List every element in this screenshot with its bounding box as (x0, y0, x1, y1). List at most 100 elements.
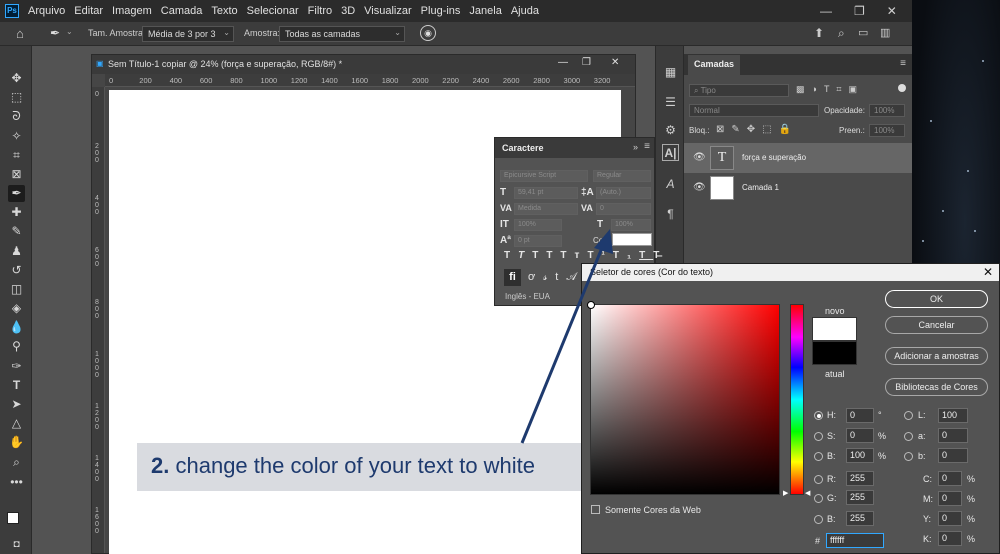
menu-plugins[interactable]: Plug-ins (421, 5, 461, 17)
menu-janela[interactable]: Janela (469, 5, 501, 17)
blur-tool-icon[interactable]: 💧 (8, 319, 25, 336)
lab-b-radio[interactable] (904, 452, 913, 461)
move-tool-icon[interactable]: ✥ (8, 70, 25, 87)
menu-selecionar[interactable]: Selecionar (247, 5, 299, 17)
magenta-input[interactable]: 0 (938, 491, 962, 506)
glyphs-panel-icon[interactable]: A (662, 176, 679, 193)
filter-toggle-icon[interactable] (898, 84, 906, 92)
eyedropper-tool-icon[interactable]: ✒ (50, 26, 60, 40)
type-tool-icon[interactable]: T (8, 377, 25, 394)
leading-input[interactable]: (Auto.) (596, 187, 651, 199)
path-selection-tool-icon[interactable]: ➤ (8, 396, 25, 413)
menu-ajuda[interactable]: Ajuda (511, 5, 539, 17)
b-radio[interactable] (814, 452, 823, 461)
more-tools-icon[interactable]: ••• (8, 474, 25, 491)
opentype-buttons[interactable]: ơ𝓈t𝒜 (528, 271, 585, 284)
layer-filter-select[interactable]: ⌕ Tipo (689, 84, 789, 97)
baseline-shift-input[interactable]: 0 pt (514, 235, 562, 247)
hand-tool-icon[interactable]: ✋ (8, 434, 25, 451)
history-brush-tool-icon[interactable]: ↺ (8, 262, 25, 279)
blue-radio[interactable] (814, 515, 823, 524)
sample-select[interactable]: Todas as camadas ⌄ (279, 26, 405, 42)
eraser-tool-icon[interactable]: ◫ (8, 281, 25, 298)
yellow-input[interactable]: 0 (938, 511, 962, 526)
character-panel-icon[interactable]: A| (662, 144, 679, 161)
kerning-select[interactable]: Medida (514, 203, 578, 215)
doc-close-button[interactable]: ✕ (611, 57, 619, 68)
lab-a-input[interactable]: 0 (938, 428, 968, 443)
menu-camada[interactable]: Camada (161, 5, 203, 17)
zoom-tool-icon[interactable]: ⌕ (8, 454, 25, 471)
share-icon[interactable]: ⬆ (814, 26, 824, 40)
horizontal-scale-input[interactable]: 100% (611, 219, 651, 231)
font-family-select[interactable]: Epicursive Script (500, 170, 588, 182)
brightness-input[interactable]: 100 (846, 448, 874, 463)
saturation-brightness-field[interactable] (587, 301, 780, 495)
quick-mask-icon[interactable]: ◘ (8, 536, 25, 553)
workspace-icon[interactable]: ▭ (858, 26, 868, 39)
menu-editar[interactable]: Editar (74, 5, 103, 17)
sample-size-select[interactable]: Média de 3 por 3 ⌄ (142, 26, 234, 42)
add-to-swatches-button[interactable]: Adicionar a amostras (885, 347, 988, 365)
dodge-tool-icon[interactable]: ⚲ (8, 338, 25, 355)
layer-row[interactable]: 👁 Camada 1 (684, 173, 912, 203)
text-color-swatch[interactable] (612, 233, 652, 246)
tool-preset-chevron-icon[interactable]: ⌄ (66, 27, 73, 36)
l-radio[interactable] (904, 411, 913, 420)
ligature-button[interactable]: ﬁ (504, 269, 521, 286)
language-select[interactable]: Inglês - EUA (505, 292, 550, 301)
menu-imagem[interactable]: Imagem (112, 5, 152, 17)
panel-menu-icon[interactable]: ≡ (900, 58, 906, 69)
blue-input[interactable]: 255 (846, 511, 874, 526)
cyan-input[interactable]: 0 (938, 471, 962, 486)
search-icon[interactable]: ⌕ (838, 26, 845, 41)
font-size-input[interactable]: 59,41 pt (514, 187, 578, 199)
g-radio[interactable] (814, 494, 823, 503)
current-color-swatch[interactable] (812, 341, 857, 365)
hue-input[interactable]: 0 (846, 408, 874, 423)
minimize-button[interactable]: — (820, 4, 832, 18)
properties-panel-icon[interactable]: ▦ (662, 64, 679, 81)
paragraph-panel-icon[interactable]: ¶ (662, 206, 679, 223)
home-icon[interactable]: ⌂ (16, 26, 24, 41)
font-style-select[interactable]: Regular (593, 170, 651, 182)
color-libraries-button[interactable]: Bibliotecas de Cores (885, 378, 988, 396)
lab-l-input[interactable]: 100 (938, 408, 968, 423)
menu-arquivo[interactable]: Arquivo (28, 5, 65, 17)
tab-camadas[interactable]: Camadas (688, 55, 741, 75)
foreground-color-swatch[interactable] (7, 512, 19, 524)
hex-input[interactable]: ffffff (826, 533, 884, 548)
eyedropper-tool-icon[interactable]: ✒ (8, 185, 25, 202)
hue-slider[interactable] (790, 304, 804, 495)
web-colors-checkbox[interactable] (591, 505, 600, 514)
pen-tool-icon[interactable]: ✑ (8, 358, 25, 375)
fill-input[interactable]: 100% (869, 124, 905, 137)
close-icon[interactable]: ✕ (983, 265, 993, 279)
menu-visualizar[interactable]: Visualizar (364, 5, 412, 17)
adjustments-panel-icon[interactable]: ☰ (662, 94, 679, 111)
r-radio[interactable] (814, 475, 823, 484)
blend-mode-select[interactable]: Normal (689, 104, 819, 117)
close-button[interactable]: ✕ (887, 4, 897, 18)
panel-menu-icon[interactable]: ≡ (644, 141, 650, 152)
visibility-eye-icon[interactable]: 👁 (693, 182, 706, 193)
maximize-button[interactable]: ❐ (854, 4, 865, 18)
s-radio[interactable] (814, 432, 823, 441)
doc-maximize-button[interactable]: ❐ (582, 57, 591, 68)
hue-slider-right-arrow-icon[interactable]: ◀ (805, 489, 810, 497)
frame-tool-icon[interactable]: ⊠ (8, 166, 25, 183)
opacity-input[interactable]: 100% (869, 104, 905, 117)
collapse-icon[interactable]: » (633, 142, 638, 152)
black-input[interactable]: 0 (938, 531, 962, 546)
ok-button[interactable]: OK (885, 290, 988, 308)
lab-b-input[interactable]: 0 (938, 448, 968, 463)
layer-filter-icons[interactable]: ▩◑T⌗▣ (796, 84, 864, 95)
hue-slider-left-arrow-icon[interactable]: ▶ (783, 489, 788, 497)
visibility-eye-icon[interactable]: 👁 (693, 152, 706, 163)
tracking-select[interactable]: 0 (596, 203, 651, 215)
menu-filtro[interactable]: Filtro (308, 5, 332, 17)
panels-icon[interactable]: ▥ (880, 26, 890, 39)
h-radio[interactable] (814, 411, 823, 420)
vertical-scale-input[interactable]: 100% (514, 219, 562, 231)
crop-tool-icon[interactable]: ⌗ (8, 147, 25, 164)
